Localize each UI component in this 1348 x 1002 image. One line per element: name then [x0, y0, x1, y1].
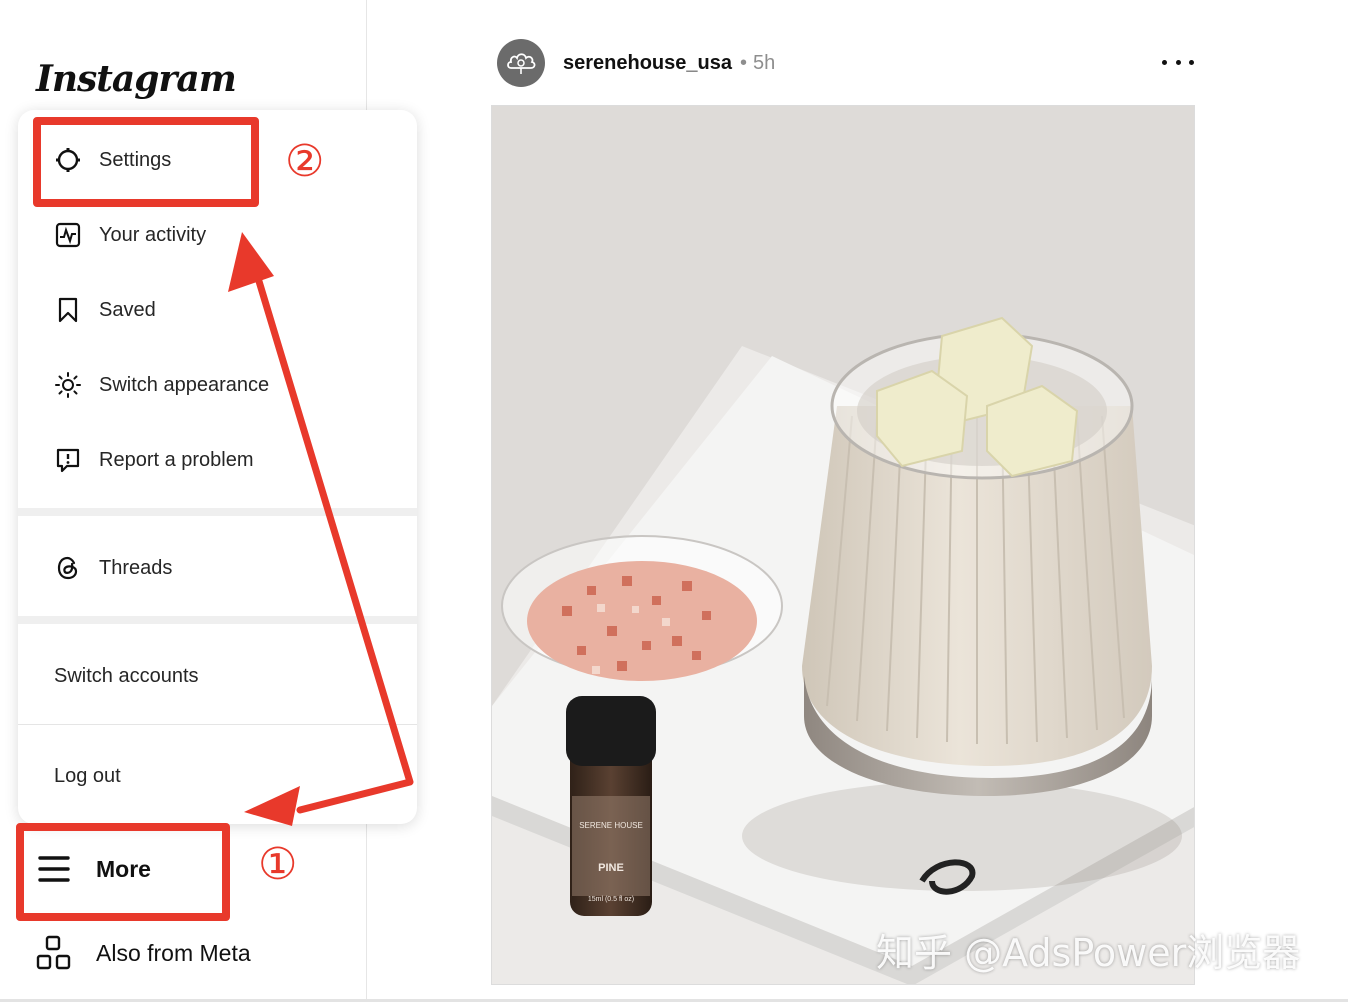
menu-item-log-out[interactable]: Log out [18, 746, 417, 806]
bottle-scent-text: PINE [598, 862, 624, 874]
also-from-meta-button[interactable]: Also from Meta [36, 930, 251, 976]
menu-item-your-activity[interactable]: Your activity [18, 205, 417, 265]
sun-icon [54, 371, 82, 399]
menu-item-label: Threads [99, 556, 173, 579]
post-image[interactable]: SERENE HOUSE PINE 15ml (0.5 fl oz) [491, 105, 1195, 985]
annotation-step-2: ② [285, 136, 325, 187]
menu-divider [18, 616, 417, 624]
bookmark-icon [54, 296, 82, 324]
menu-item-label: Report a problem [99, 448, 254, 471]
menu-item-label: Saved [99, 298, 156, 321]
avatar[interactable] [497, 39, 545, 87]
bottle-brand-text: SERENE HOUSE [579, 821, 643, 830]
annotation-box-more [16, 823, 230, 921]
annotation-step-1: ① [258, 839, 298, 890]
menu-item-threads[interactable]: Threads [18, 538, 417, 598]
post-username[interactable]: serenehouse_usa [563, 52, 732, 75]
menu-item-switch-appearance[interactable]: Switch appearance [18, 355, 417, 415]
activity-icon [54, 221, 82, 249]
product-photo-illustration: SERENE HOUSE PINE 15ml (0.5 fl oz) [492, 106, 1194, 984]
threads-icon [54, 554, 82, 582]
separator-dot: • [739, 51, 747, 74]
more-options-icon[interactable] [1162, 50, 1194, 74]
watermark-text: 知乎 @AdsPower浏览器 [876, 931, 1301, 975]
menu-item-label: Log out [54, 764, 121, 787]
meta-apps-icon [36, 935, 72, 971]
menu-divider [18, 508, 417, 516]
menu-divider [18, 724, 417, 725]
annotation-box-settings [33, 117, 259, 207]
more-menu-popup: Settings Your activity Saved Switch appe… [18, 110, 417, 824]
post-header: serenehouse_usa • 5h [497, 38, 775, 88]
menu-item-label: Switch accounts [54, 664, 199, 687]
menu-item-switch-accounts[interactable]: Switch accounts [18, 646, 417, 706]
report-icon [54, 446, 82, 474]
bottle-volume-text: 15ml (0.5 fl oz) [588, 896, 634, 903]
menu-item-report-problem[interactable]: Report a problem [18, 430, 417, 490]
post-time[interactable]: 5h [753, 52, 775, 75]
instagram-logo[interactable]: Instagram [36, 58, 237, 100]
also-from-meta-label: Also from Meta [96, 939, 251, 966]
menu-item-saved[interactable]: Saved [18, 280, 417, 340]
menu-item-label: Your activity [99, 223, 207, 246]
menu-item-label: Switch appearance [99, 373, 270, 396]
